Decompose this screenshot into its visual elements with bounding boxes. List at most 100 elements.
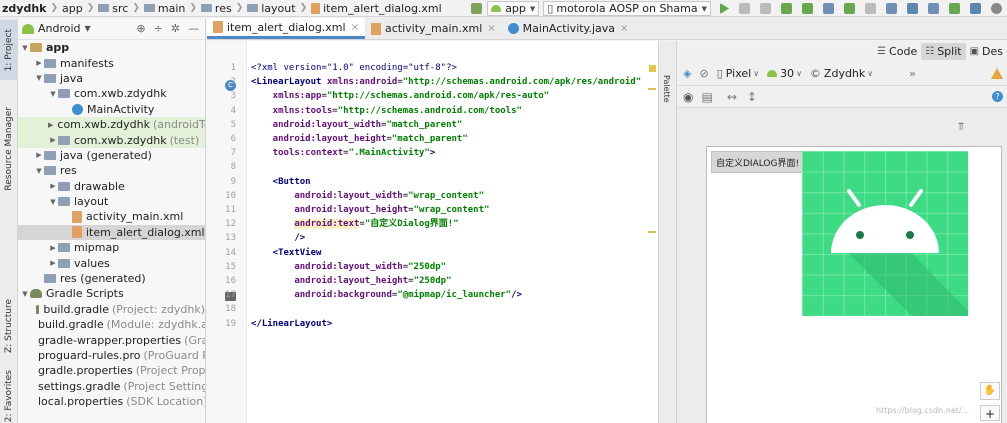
apply-changes-icon[interactable] — [760, 3, 771, 14]
launcher-image[interactable] — [802, 151, 968, 316]
tree-item[interactable]: ▶ drawable — [18, 179, 205, 194]
tree-item[interactable]: build.gradle (Project: zdydhk) — [18, 302, 205, 317]
expand-right-icon[interactable]: ▶ — [48, 182, 58, 190]
more-icon[interactable]: » — [909, 67, 916, 80]
tree-item[interactable]: ▶ com.xwb.zdydhk(androidTest) — [18, 116, 205, 133]
pin-icon[interactable]: ⫪ — [958, 120, 964, 134]
layers-icon[interactable]: ◈ — [683, 67, 691, 80]
warning-marker[interactable] — [649, 65, 656, 72]
locate-icon[interactable]: ⊕ — [136, 22, 145, 35]
sync-icon[interactable] — [907, 3, 918, 14]
project-tool-tab[interactable]: 1: Project — [0, 20, 18, 80]
expand-right-icon[interactable]: ▶ — [48, 244, 58, 252]
close-icon[interactable]: × — [487, 23, 495, 34]
breadcrumb-item[interactable]: src — [98, 2, 130, 15]
code-content[interactable]: <?xml version="1.0" encoding="utf-8"?> <L… — [251, 41, 656, 423]
layout-inspector-icon[interactable] — [970, 3, 981, 14]
help-icon[interactable]: ? — [992, 91, 1003, 102]
structure-tab[interactable]: Z: Structure — [0, 293, 18, 359]
tree-item[interactable]: ▶ mipmap — [18, 240, 205, 255]
chevron-down-icon[interactable]: ▼ — [85, 24, 91, 33]
avd-manager-icon[interactable] — [928, 3, 939, 14]
code-line[interactable]: android:layout_width="match_parent" — [251, 118, 463, 132]
tree-item[interactable]: local.properties (SDK Location) — [18, 394, 205, 409]
resource-manager-tab[interactable]: Resource Manager — [0, 94, 18, 204]
coverage-icon[interactable] — [844, 3, 855, 14]
code-editor[interactable]: C 1 2 3 4 5 6 7 8 9 10 11 12 13 14 15 16 17 18 19 <?xml ve… — [207, 41, 658, 423]
breadcrumb-item[interactable]: layout — [247, 2, 297, 15]
breadcrumb-item[interactable]: app — [62, 2, 85, 15]
breadcrumb-item[interactable]: main — [143, 2, 187, 15]
expand-down-icon[interactable]: ▼ — [20, 44, 30, 52]
code-line[interactable]: android:layout_height="match_parent" — [251, 132, 468, 146]
run-icon[interactable] — [720, 3, 729, 14]
code-mode-button[interactable]: ☰ Code — [873, 43, 921, 60]
code-line[interactable]: android:layout_height="250dp" — [251, 274, 451, 288]
preview-button[interactable]: 自定义DIALOG界面! — [711, 151, 805, 173]
close-icon[interactable]: × — [620, 23, 628, 34]
tree-item[interactable]: ▼ com.xwb.zdydhk — [18, 86, 205, 101]
tree-item[interactable]: build.gradle(Module: zdydhk.app) — [18, 317, 205, 332]
tree-item[interactable]: gradle.properties(Project Properties) — [18, 363, 205, 378]
hammer-icon[interactable] — [471, 3, 483, 14]
code-line[interactable]: android:layout_width="250dp" — [251, 260, 446, 274]
breadcrumb-item[interactable]: res — [200, 2, 234, 15]
tree-item[interactable]: ▼ Gradle Scripts — [18, 286, 205, 301]
warning-marker[interactable] — [648, 88, 656, 90]
palette-strip[interactable]: Palette — [659, 41, 677, 423]
collapse-icon[interactable]: ÷ — [154, 22, 163, 35]
profile-icon[interactable] — [802, 3, 813, 14]
code-line[interactable]: android:layout_height="wrap_content" — [251, 203, 489, 217]
expand-right-icon[interactable]: ▶ — [48, 136, 58, 144]
orientation-icon[interactable]: ⊘ — [699, 67, 708, 80]
attach-debugger-icon[interactable] — [823, 3, 834, 14]
code-line[interactable]: android:text="自定义Dialog界面!" — [251, 217, 459, 231]
code-line[interactable]: android:background="@mipmap/ic_launcher"… — [251, 288, 522, 302]
tree-item[interactable]: proguard-rules.pro(ProGuard Rules) — [18, 348, 205, 363]
device-dropdown[interactable]: ▯ motorola AOSP on Shama ▼ — [543, 1, 711, 16]
tree-item[interactable]: item_alert_dialog.xml — [18, 224, 205, 241]
search-icon[interactable] — [991, 3, 1002, 14]
expand-right-icon[interactable]: ▶ — [48, 259, 58, 267]
expand-down-icon[interactable]: ▼ — [48, 90, 58, 98]
favorites-tab[interactable]: 2: Favorites — [0, 366, 18, 423]
project-structure-icon[interactable] — [886, 3, 897, 14]
expand-right-icon[interactable]: ▶ — [34, 151, 44, 159]
tree-item[interactable]: ▼ app — [18, 40, 205, 55]
design-canvas[interactable]: ⫪ 自定义DIALOG界面! — [677, 108, 1007, 423]
stop-icon[interactable] — [865, 3, 876, 14]
split-mode-button[interactable]: ☷ Split — [921, 42, 966, 60]
tree-item[interactable]: ▼ layout — [18, 194, 205, 209]
tree-item[interactable]: ▼ res — [18, 163, 205, 178]
project-view-dropdown[interactable]: Android — [38, 22, 81, 35]
expand-down-icon[interactable]: ▼ — [20, 290, 30, 298]
run-config-dropdown[interactable]: app ▼ — [487, 1, 540, 16]
tree-item[interactable]: settings.gradle(Project Settings) — [18, 379, 205, 394]
warning-icon[interactable] — [991, 68, 1003, 79]
gear-icon[interactable]: ✲ — [171, 22, 180, 35]
horizontal-resize-icon[interactable]: ↔ — [727, 90, 737, 104]
editor-tab[interactable]: MainActivity.java × — [502, 18, 635, 39]
warning-marker[interactable] — [648, 231, 656, 233]
palette-label[interactable]: Palette — [662, 75, 671, 103]
breadcrumb-item[interactable]: zdydhk — [0, 2, 48, 15]
tree-item[interactable]: ▶ values — [18, 255, 205, 270]
code-line[interactable]: <?xml version="1.0" encoding="utf-8"?> — [251, 61, 457, 75]
hide-icon[interactable]: — — [188, 22, 199, 35]
tree-item[interactable]: ▶ java (generated) — [18, 148, 205, 163]
code-line[interactable]: android:layout_width="wrap_content" — [251, 189, 484, 203]
tree-item[interactable]: ▶ manifests — [18, 55, 205, 70]
tree-item[interactable]: res (generated) — [18, 271, 205, 286]
tree-item[interactable]: activity_main.xml — [18, 209, 205, 224]
tree-item[interactable]: ▶ com.xwb.zdydhk (test) — [18, 132, 205, 148]
blueprint-icon[interactable]: ▤ — [701, 90, 712, 104]
error-stripe[interactable] — [648, 41, 658, 423]
device-preview[interactable]: 自定义DIALOG界面! — [706, 146, 1002, 423]
editor-tab[interactable]: item_alert_dialog.xml × — [207, 18, 365, 39]
code-line[interactable]: tools:context=".MainActivity"> — [251, 146, 436, 160]
zoom-in-button[interactable]: + — [980, 405, 1000, 421]
vertical-resize-icon[interactable]: ↕ — [747, 90, 757, 104]
device-dropdown[interactable]: ▯ Pixel ∨ — [717, 67, 759, 80]
code-line[interactable]: <Button — [251, 175, 311, 189]
tree-item[interactable]: MainActivity — [18, 102, 205, 117]
